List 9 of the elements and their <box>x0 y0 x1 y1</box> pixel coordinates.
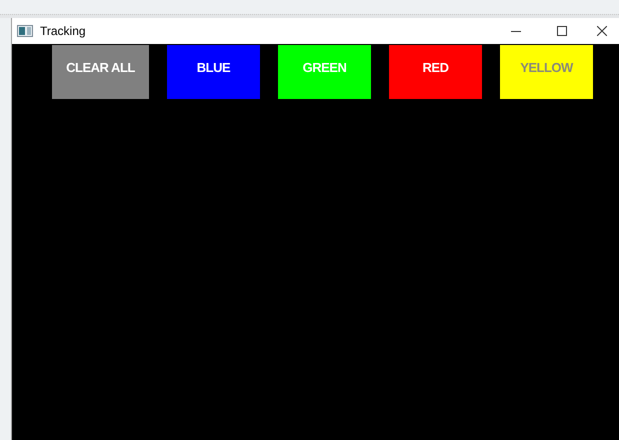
minimize-icon <box>511 30 521 32</box>
app-icon <box>17 25 33 37</box>
color-button[interactable]: CLEAR ALL <box>52 45 149 99</box>
color-button[interactable]: RED <box>389 45 482 99</box>
color-button[interactable]: BLUE <box>167 45 260 99</box>
close-icon <box>597 26 607 36</box>
maximize-icon <box>557 26 567 36</box>
color-button[interactable]: YELLOW <box>500 45 593 99</box>
window-title: Tracking <box>40 23 86 40</box>
